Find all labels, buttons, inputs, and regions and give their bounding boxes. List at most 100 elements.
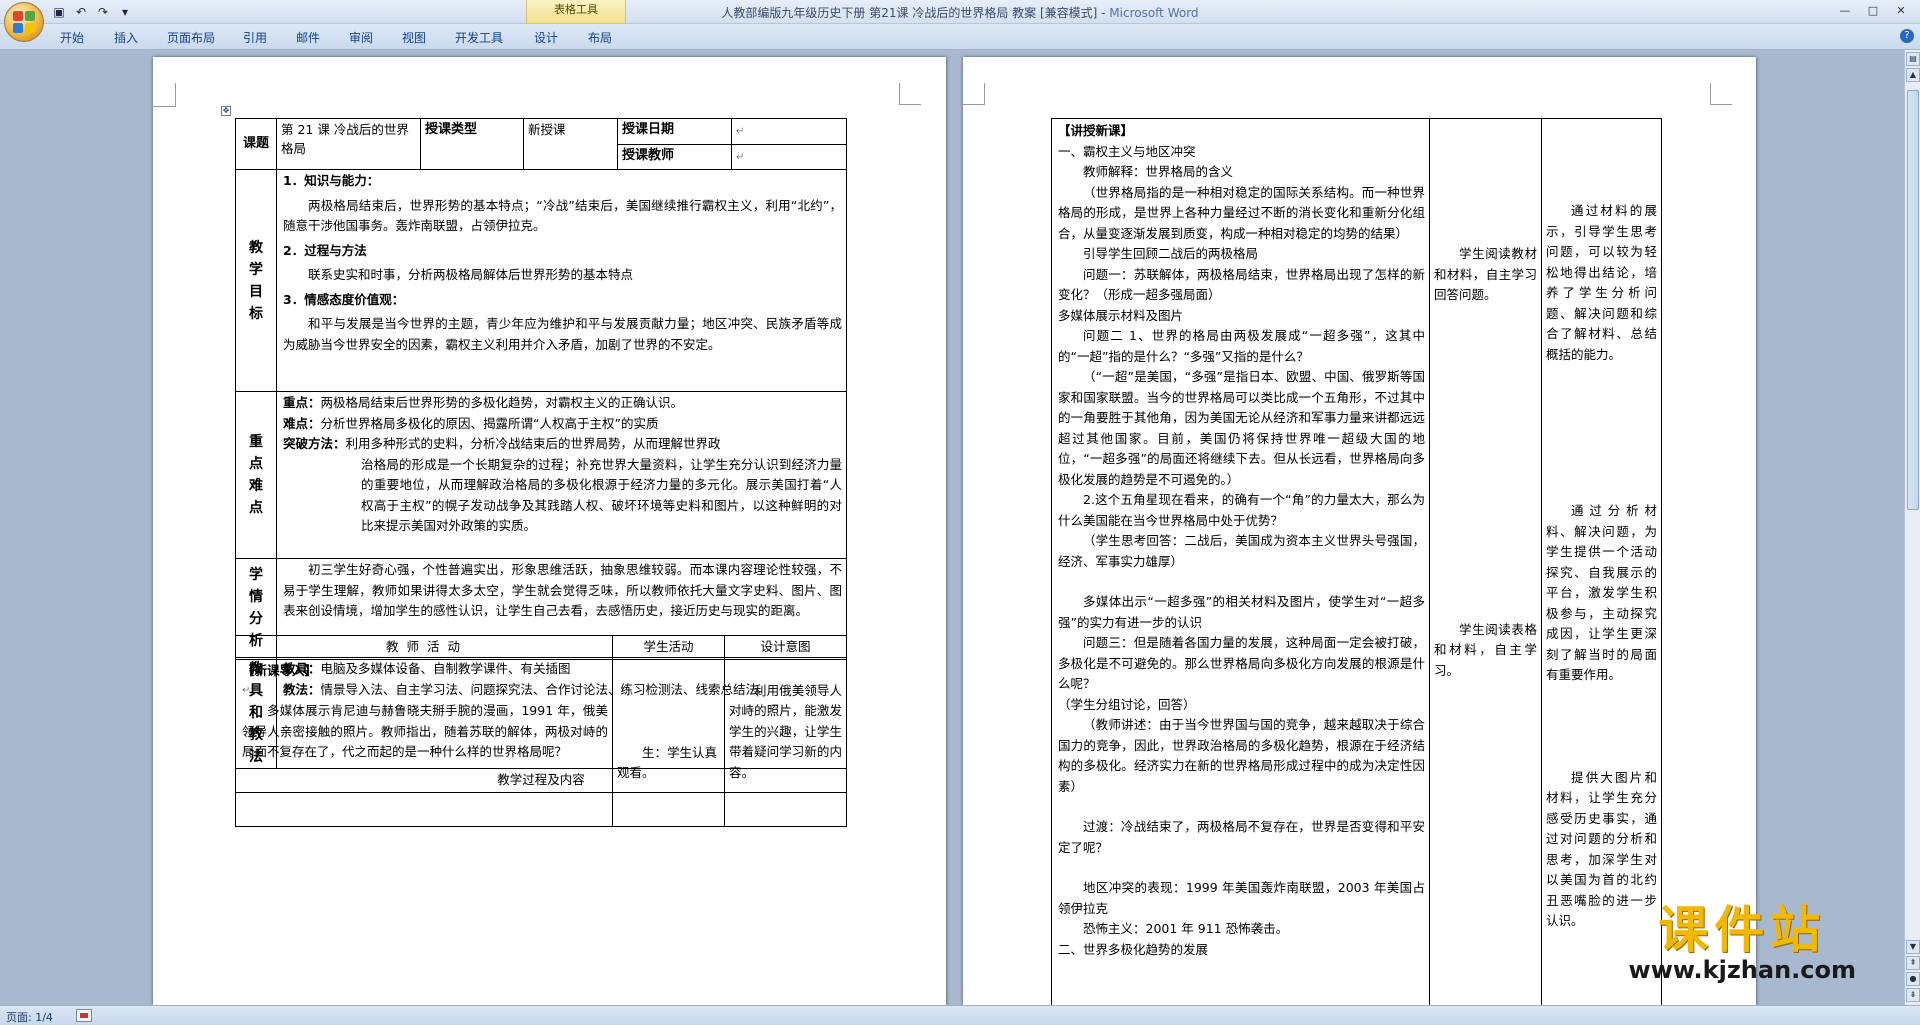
next-page-icon[interactable]: ⇟ (1906, 988, 1920, 1002)
design-intent-1: 通过材料的展示，引导学生思考问题，可以较为轻松地得出结论，培养了学生分析问题、解… (1546, 203, 1657, 362)
lesson-date-value[interactable]: ↵ (731, 118, 847, 145)
key-point-label: 重点： (283, 395, 321, 410)
teacher-paragraph: 问题一：苏联解体，两极格局结束，世界格局出现了怎样的新变化？（形成一超多强局面） (1058, 266, 1425, 303)
watermark-url: www.kjzhan.com (1628, 956, 1856, 984)
office-logo-icon (13, 11, 35, 33)
goals-content[interactable]: 1．知识与能力： 两极格局结束后，世界形势的基本特点；“冷战”结束后，美国继续推… (276, 169, 847, 392)
intro-intent-cell[interactable]: 利用俄美领导人对峙的照片，能激发学生的兴趣，让学生带着疑问学习新的内容。 (724, 658, 847, 827)
status-bar: 页面: 1/4 (0, 1005, 1920, 1025)
teacher-paragraph: 恐怖主义：2001 年 911 恐怖袭击。 (1083, 921, 1289, 936)
keypoints-label-cell: 重点难点 (235, 391, 277, 559)
ribbon-tab-bar: 开始 插入 页面布局 引用 邮件 审阅 视图 开发工具 设计 布局 ? (0, 24, 1920, 50)
design-intent-2: 通过分析材料、解决问题，为学生提供一个活动探究、自我展示的平台，激发学生积极参与… (1546, 503, 1657, 682)
key-point-text: 两极格局结束后世界形势的多极化趋势，对霸权主义的正确认识。 (320, 395, 684, 410)
close-button[interactable]: ✕ (1888, 2, 1914, 20)
tab-page-layout[interactable]: 页面布局 (167, 29, 215, 46)
table-move-handle-icon[interactable]: ✥ (221, 106, 231, 116)
document-workspace: ✥ 课题 第 21 课 冷战后的世界格局 授课类型 新授课 授课日期 ↵ 授课教… (0, 50, 1904, 1005)
paragraph-mark: ↵ (242, 685, 251, 696)
intro-student-cell[interactable]: 生：学生认真观看。 (612, 658, 725, 827)
tab-references[interactable]: 引用 (243, 29, 267, 46)
page-2: 【讲授新课】一、霸权主义与地区冲突教师解释：世界格局的含义 （世界格局指的是一种相… (963, 57, 1756, 1005)
crop-mark (963, 83, 985, 105)
ruler-toggle-icon[interactable]: ▤ (1906, 52, 1920, 66)
intro-teacher-cell[interactable]: 【新课导入】 ↵ 多媒体展示肯尼迪与赫鲁晓夫掰手腕的漫画，1991 年，俄美领导… (235, 658, 613, 827)
goals-label: 教学目标 (249, 239, 263, 322)
teacher-paragraph: 多媒体出示“一超多强”的相关材料及图片，使学生对“一超多强”的实力有进一步的认识 (1058, 594, 1425, 630)
difficult-point-line: 难点：分析世界格局多极化的原因、揭露所谓“人权高于主权”的实质 (283, 414, 842, 435)
goals-heading-values: 3．情感态度价值观： (283, 291, 405, 307)
teacher-paragraph: 引导学生回顾二战后的两极格局 (1083, 246, 1259, 261)
keti-label-cell: 课题 (235, 118, 277, 170)
tab-developer[interactable]: 开发工具 (455, 29, 503, 46)
student-activity-2: 学生阅读表格和材料，自主学习。 (1434, 621, 1537, 678)
breakthrough-text: 利用多种形式的史料，分析冷战结束后的世界局势，从而理解世界政 (345, 436, 721, 451)
scrollbar-thumb[interactable] (1907, 90, 1919, 510)
scroll-up-arrow-icon[interactable]: ▲ (1906, 68, 1920, 82)
vertical-scrollbar[interactable]: ▤ ▲ ▼ ⇞ ● ⇟ (1904, 50, 1920, 1005)
select-browse-object-icon[interactable]: ● (1906, 972, 1920, 986)
lesson-type-value[interactable]: 新授课 (523, 118, 618, 170)
app-name: Microsoft Word (1109, 6, 1199, 20)
teacher-paragraph: 问题三：但是随着各国力量的发展，这种局面一定会被打破，多极化是不可避免的。那么世… (1058, 635, 1425, 691)
minimize-button[interactable]: — (1832, 2, 1858, 20)
tab-mailings[interactable]: 邮件 (296, 29, 320, 46)
maximize-button[interactable]: □ (1860, 2, 1886, 20)
scroll-down-arrow-icon[interactable]: ▼ (1906, 940, 1920, 954)
teacher-paragraph: 问题二 1、世界的格局由两极发展成“一超多强”，这其中的“一超”指的是什么？“多… (1058, 328, 1425, 364)
teacher-paragraph (1058, 797, 1425, 817)
keti-value[interactable]: 第 21 课 冷战后的世界格局 (276, 118, 421, 170)
crop-mark (1710, 83, 1732, 105)
intro-title: 【新课导入】 (242, 662, 318, 678)
teacher-paragraph: 2.这个五角星现在看来，的确有一个“角”的力量太大，那么为什么美国能在当今世界格… (1058, 492, 1425, 528)
tab-review[interactable]: 审阅 (349, 29, 373, 46)
previous-page-icon[interactable]: ⇞ (1906, 956, 1920, 970)
breakthrough-line: 突破方法：利用多种形式的史料，分析冷战结束后的世界局势，从而理解世界政 (283, 434, 842, 455)
tab-layout[interactable]: 布局 (588, 29, 612, 46)
col-teacher-activity: 教 师 活 动 (235, 635, 613, 660)
teacher-paragraph: （“一超”是美国，“多强”是指日本、欧盟、中国、俄罗斯等国家和国家联盟。当今的世… (1058, 369, 1425, 487)
student-activity-1: 学生阅读教材和材料，自主学习回答问题。 (1434, 246, 1537, 302)
tab-insert[interactable]: 插入 (114, 29, 138, 46)
help-icon[interactable]: ? (1900, 29, 1914, 43)
difficult-point-label: 难点： (283, 415, 321, 431)
teacher-activity-cell[interactable]: 【讲授新课】一、霸权主义与地区冲突教师解释：世界格局的含义 （世界格局指的是一种相… (1051, 118, 1430, 1005)
teacher-paragraph: 教师解释：世界格局的含义 (1083, 164, 1234, 179)
teacher-paragraph: 二、世界多极化趋势的发展 (1058, 941, 1209, 957)
teacher-paragraph: （世界格局指的是一种相对稳定的国际关系结构。而一种世界格局的形成，是世界上各种力… (1058, 184, 1425, 241)
key-point-line: 重点：两极格局结束后世界形势的多极化趋势，对霸权主义的正确认识。 (283, 393, 842, 414)
goals-label-cell: 教学目标 (235, 169, 277, 392)
teacher-value[interactable]: ↵ (731, 143, 847, 170)
window-title: 人教部编版九年级历史下册 第21课 冷战后的世界格局 教案 [兼容模式] - M… (0, 4, 1920, 21)
teacher-paragraph: 一、霸权主义与地区冲突 (1058, 143, 1196, 159)
goals-text-process: 联系史实和时事，分析两极格局解体后世界形势的基本特点 (308, 267, 634, 282)
watermark-logo-text: 课件站 (1658, 900, 1827, 959)
page-count[interactable]: 页面: 1/4 (6, 1009, 53, 1025)
process-table: 教 师 活 动 学生活动 设计意图 【新课导入】 ↵ 多媒体展示肯尼迪与赫鲁晓夫… (235, 635, 847, 827)
tab-home[interactable]: 开始 (60, 29, 84, 46)
teacher-paragraph: 地区冲突的表现：1999 年美国轰炸南联盟，2003 年美国占领伊拉克 (1058, 880, 1425, 916)
teacher-paragraph: （学生分组讨论，回答） (1058, 696, 1196, 712)
keypoints-content[interactable]: 重点：两极格局结束后世界形势的多极化趋势，对霸权主义的正确认识。 难点：分析世界… (276, 391, 847, 559)
proofing-icon[interactable] (76, 1009, 92, 1022)
tab-design[interactable]: 设计 (534, 29, 558, 46)
teacher-paragraph: （教师讲述：由于当今世界国与国的竞争，越来越取决于综合国力的竞争，因此，世界政治… (1058, 717, 1425, 794)
tab-view[interactable]: 视图 (402, 29, 426, 46)
lesson-type-label: 授课类型 (420, 118, 524, 170)
teacher-paragraph (1058, 572, 1425, 592)
teacher-paragraph (1058, 858, 1425, 878)
breakthrough-text-cont: 治格局的形成是一个长期复杂的过程；补充世界大量资料，让学生充分认识到经济力量的重… (361, 456, 842, 534)
breakthrough-label: 突破方法： (283, 436, 346, 451)
crop-mark (899, 83, 921, 105)
teacher-paragraph: 【讲授新课】 (1058, 123, 1134, 138)
student-activity-cell[interactable]: 学生阅读教材和材料，自主学习回答问题。 学生阅读表格和材料，自主学习。 (1429, 118, 1542, 1005)
teacher-label: 授课教师 (617, 143, 732, 170)
design-intent-cell[interactable]: 通过材料的展示，引导学生思考问题，可以较为轻松地得出结论，培养了学生分析问题、解… (1541, 118, 1662, 1005)
office-button[interactable] (4, 2, 44, 42)
col-design-intent: 设计意图 (724, 635, 847, 660)
